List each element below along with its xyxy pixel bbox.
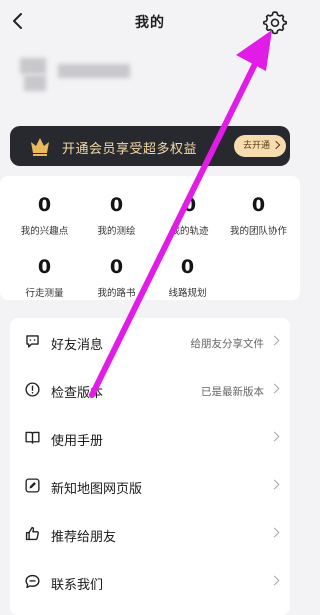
menu-item-user-manual[interactable]: 使用手册 bbox=[10, 416, 290, 460]
menu-sub-text: 给朋友分享文件 bbox=[190, 338, 265, 350]
stat-my-surveys[interactable]: 0 我的测绘 bbox=[79, 194, 154, 237]
stat-label: 我的路书 bbox=[97, 288, 136, 299]
stat-label: 线路规划 bbox=[168, 288, 207, 299]
chevron-right-icon bbox=[269, 335, 280, 346]
settings-menu: 好友消息 给朋友分享文件 检查版本 已是最新版本 使用手册 新知地图网页版 推荐… bbox=[10, 318, 290, 615]
stat-value: 0 bbox=[37, 194, 52, 216]
menu-label: 好友消息 bbox=[51, 338, 104, 353]
stat-value: 0 bbox=[109, 256, 124, 278]
stat-value: 0 bbox=[182, 194, 197, 216]
menu-item-friend-messages[interactable]: 好友消息 给朋友分享文件 bbox=[10, 320, 290, 364]
stat-walk-measure[interactable]: 0 行走测量 bbox=[7, 256, 82, 299]
menu-item-recommend[interactable]: 推荐给朋友 bbox=[10, 512, 290, 556]
chevron-right-icon bbox=[269, 479, 280, 490]
menu-label: 新知地图网页版 bbox=[51, 482, 143, 497]
stat-my-roadbooks[interactable]: 0 我的路书 bbox=[79, 256, 154, 299]
menu-item-contact-us[interactable]: 联系我们 bbox=[10, 560, 290, 604]
vip-promo-text: 开通会员享受超多权益 bbox=[62, 142, 198, 157]
vip-banner[interactable]: 开通会员享受超多权益 去开通 bbox=[10, 126, 290, 166]
crown-icon bbox=[31, 138, 49, 156]
chevron-right-icon bbox=[269, 431, 280, 442]
menu-item-check-version[interactable]: 检查版本 已是最新版本 bbox=[10, 368, 290, 412]
menu-label: 检查版本 bbox=[51, 386, 104, 401]
activate-vip-label: 去开通 bbox=[243, 141, 271, 151]
stat-my-pois[interactable]: 0 我的兴趣点 bbox=[7, 194, 82, 237]
activate-vip-button[interactable]: 去开通 bbox=[234, 135, 286, 157]
page-title: 我的 bbox=[135, 15, 165, 31]
chevron-right-icon bbox=[269, 527, 280, 538]
stat-value: 0 bbox=[37, 256, 52, 278]
menu-label: 使用手册 bbox=[51, 434, 104, 449]
chat-bubble-icon bbox=[26, 335, 39, 348]
menu-label: 联系我们 bbox=[51, 578, 104, 593]
stat-label: 行走测量 bbox=[25, 288, 64, 299]
stat-label: 我的团队协作 bbox=[229, 226, 287, 237]
info-icon bbox=[25, 382, 40, 397]
menu-item-web-version[interactable]: 新知地图网页版 bbox=[10, 464, 290, 508]
edit-icon bbox=[25, 478, 40, 493]
stats-card: 0 我的兴趣点 0 我的测绘 0 我的轨迹 0 我的团队协作 0 行走测量 0 … bbox=[0, 176, 300, 300]
profile-info-blurred[interactable] bbox=[20, 58, 132, 92]
chevron-right-icon bbox=[269, 575, 280, 586]
menu-label: 推荐给朋友 bbox=[51, 530, 117, 545]
chevron-right-icon bbox=[269, 383, 280, 394]
menu-sub-text: 已是最新版本 bbox=[201, 386, 264, 398]
thumbs-up-icon bbox=[25, 526, 39, 541]
stat-label: 我的兴趣点 bbox=[20, 226, 69, 237]
stat-label: 我的测绘 bbox=[97, 226, 136, 237]
stat-label: 我的轨迹 bbox=[170, 226, 209, 237]
chevron-right-icon bbox=[271, 140, 281, 150]
stat-route-plan[interactable]: 0 线路规划 bbox=[150, 256, 225, 299]
gear-icon[interactable] bbox=[262, 9, 288, 35]
stat-value: 0 bbox=[180, 256, 195, 278]
stat-team-collab[interactable]: 0 我的团队协作 bbox=[221, 194, 296, 237]
message-icon bbox=[25, 574, 40, 589]
book-icon bbox=[25, 431, 40, 444]
stat-value: 0 bbox=[251, 194, 266, 216]
top-bar: 我的 bbox=[0, 0, 300, 44]
stat-my-tracks[interactable]: 0 我的轨迹 bbox=[152, 194, 227, 237]
stat-value: 0 bbox=[109, 194, 124, 216]
